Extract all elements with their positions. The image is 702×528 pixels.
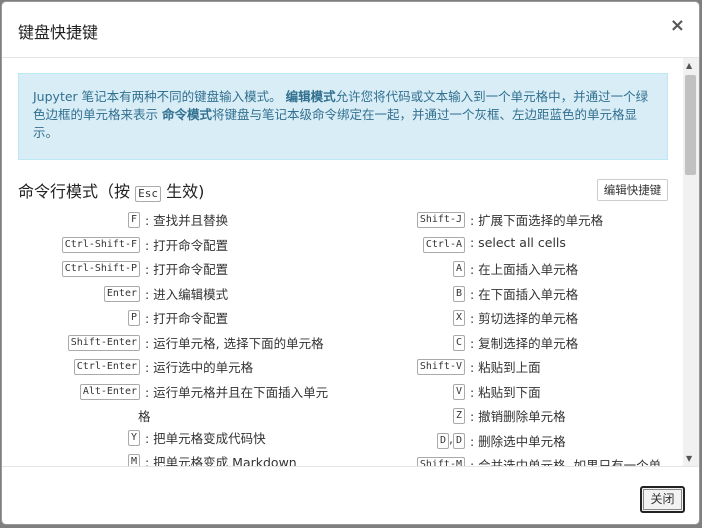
key-cap: P xyxy=(127,310,140,326)
shortcut-description: : 剪切选择的单元格 xyxy=(470,311,579,326)
key-cap: C xyxy=(452,334,465,351)
close-button[interactable]: 关闭 xyxy=(640,486,685,513)
shortcut-description: : 打开命令配置 xyxy=(145,311,229,326)
shortcut-description: : 运行单元格并且在下面插入单元 xyxy=(145,384,329,400)
shortcut-keys: Alt-Enter xyxy=(79,382,140,400)
shortcut-description: : 把单元格变成 Markdown xyxy=(145,455,297,466)
key-cap: A xyxy=(452,261,465,277)
shortcut-keys: M xyxy=(127,452,140,466)
key-cap: Shift-J xyxy=(416,212,465,228)
key-cap: Ctrl-Shift-P xyxy=(61,261,140,277)
shortcut-keys: Ctrl-Enter xyxy=(73,357,140,375)
dialog-body: Jupyter 笔记本有两种不同的键盘输入模式。 编辑模式允许您将代码或文本输入… xyxy=(2,58,699,466)
shortcut-keys: Shift-J xyxy=(416,210,465,228)
key-cap: Ctrl-Enter xyxy=(73,359,140,375)
key-cap: Z xyxy=(452,408,465,424)
shortcut-keys: Ctrl-Shift-P xyxy=(61,259,140,277)
shortcut-description: : 查找并且替换 xyxy=(145,213,229,228)
key-cap: Ctrl-Shift-F xyxy=(61,236,140,253)
key-cap: Enter xyxy=(103,285,140,302)
scroll-thumb[interactable] xyxy=(685,75,696,175)
key-cap: F xyxy=(127,212,140,228)
shortcut-description: : 复制选择的单元格 xyxy=(470,335,579,351)
shortcut-description: : 扩展下面选择的单元格 xyxy=(470,213,604,228)
key-cap: M xyxy=(127,454,140,466)
shortcut-keys: Z xyxy=(452,406,465,424)
shortcut-description: : 在下面插入单元格 xyxy=(470,286,579,302)
keyboard-shortcuts-dialog: 键盘快捷键 × Jupyter 笔记本有两种不同的键盘输入模式。 编辑模式允许您… xyxy=(1,1,700,525)
shortcut-keys: Y xyxy=(127,428,140,446)
shortcut-description: : 运行单元格, 选择下面的单元格 xyxy=(145,335,324,351)
shortcut-keys: B xyxy=(452,284,465,302)
shortcut-keys: D,D xyxy=(436,431,465,449)
shortcut-description: : 打开命令配置 xyxy=(145,237,229,253)
shortcut-description: : 合并选中单元格, 如果只有一个单 xyxy=(470,458,662,466)
key-cap: Alt-Enter xyxy=(79,383,140,400)
key-cap: Shift-M xyxy=(416,457,465,466)
key-cap: Ctrl-A xyxy=(422,236,465,253)
section-title-pre: 命令行模式（按 xyxy=(18,182,131,201)
shortcut-description: : 在上面插入单元格 xyxy=(470,262,579,277)
esc-key: Esc xyxy=(135,186,161,202)
shortcut-description: : 粘贴到上面 xyxy=(470,360,541,375)
key-cap: D xyxy=(452,432,465,449)
shortcut-keys: Enter xyxy=(103,284,140,302)
edit-shortcuts-button[interactable]: 编辑快捷键 xyxy=(597,179,668,201)
shortcut-description: : 撤销删除单元格 xyxy=(470,409,566,424)
shortcut-keys: P xyxy=(127,308,140,326)
shortcut-description: : 打开命令配置 xyxy=(145,262,229,277)
shortcut-description: : 运行选中的单元格 xyxy=(145,360,254,375)
scroll-up-icon[interactable]: ▲ xyxy=(686,61,692,70)
key-cap: Shift-Enter xyxy=(67,334,140,351)
shortcut-description-wrap: 格 xyxy=(138,409,151,424)
shortcut-keys: Ctrl-A xyxy=(422,235,465,253)
scroll-down-icon[interactable]: ▼ xyxy=(686,454,692,463)
dialog-title: 键盘快捷键 xyxy=(18,23,99,42)
key-cap: D xyxy=(436,432,449,449)
info-alert: Jupyter 笔记本有两种不同的键盘输入模式。 编辑模式允许您将代码或文本输入… xyxy=(18,73,668,160)
shortcut-description: : select all cells xyxy=(470,234,566,250)
shortcut-keys: Shift-M xyxy=(416,455,465,466)
edit-mode-label: 编辑模式 xyxy=(285,89,336,104)
shortcut-keys: Shift-Enter xyxy=(67,333,140,351)
close-icon[interactable]: × xyxy=(670,15,685,36)
command-mode-label: 命令模式 xyxy=(162,107,213,122)
key-cap: Y xyxy=(127,429,140,446)
key-cap: X xyxy=(452,310,465,326)
section-title: 命令行模式（按 Esc 生效) xyxy=(18,178,204,202)
key-cap: V xyxy=(452,383,465,400)
dialog-footer: 关闭 xyxy=(2,466,699,524)
info-text-1: Jupyter 笔记本有两种不同的键盘输入模式。 xyxy=(33,89,282,104)
shortcut-keys: F xyxy=(127,210,140,228)
shortcut-description: : 删除选中单元格 xyxy=(470,433,566,449)
shortcut-keys: C xyxy=(452,333,465,351)
scrollbar[interactable]: ▲ ▼ xyxy=(683,58,699,466)
key-cap: Shift-V xyxy=(416,359,465,375)
shortcut-keys: A xyxy=(452,259,465,277)
shortcut-keys: Ctrl-Shift-F xyxy=(61,235,140,253)
key-cap: B xyxy=(452,285,465,302)
shortcut-keys: Shift-V xyxy=(416,357,465,375)
shortcut-keys: V xyxy=(452,382,465,400)
section-title-post: 生效) xyxy=(166,182,205,201)
shortcut-description: : 粘贴到下面 xyxy=(470,384,541,400)
shortcut-description: : 进入编辑模式 xyxy=(145,286,229,302)
shortcut-keys: X xyxy=(452,308,465,326)
shortcut-description: : 把单元格变成代码快 xyxy=(145,430,266,446)
dialog-header: 键盘快捷键 × xyxy=(2,2,699,58)
